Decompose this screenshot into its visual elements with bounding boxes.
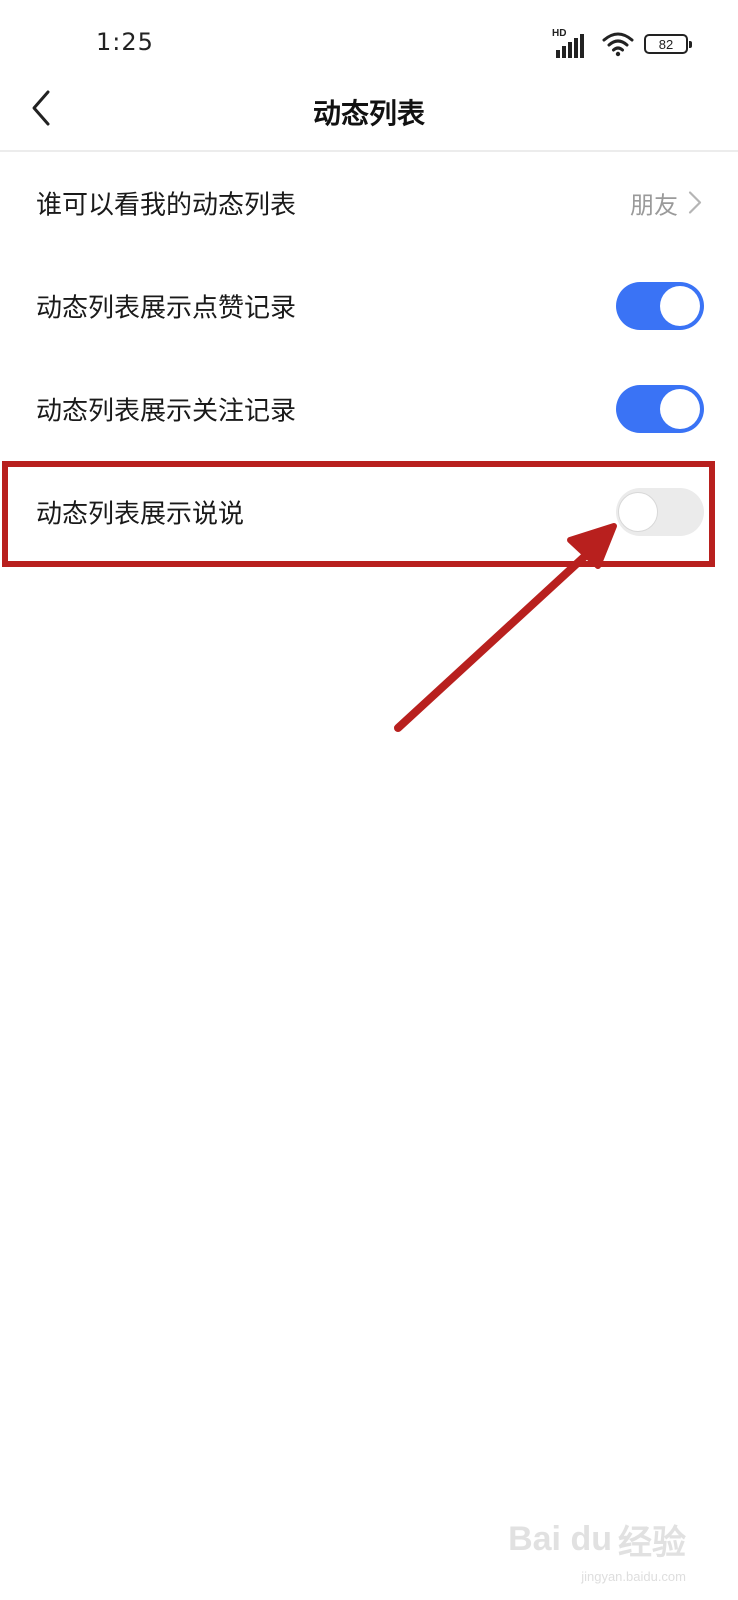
page-title: 动态列表 (312, 97, 425, 130)
nav-bar: 动态列表 (0, 88, 738, 152)
setting-value: 朋友 (630, 185, 702, 220)
posts-toggle[interactable] (616, 487, 704, 536)
signal-bars-icon: HD (552, 28, 592, 58)
setting-label: 动态列表展示说说 (36, 499, 245, 529)
chevron-right-icon (688, 191, 702, 214)
settings-list: 谁可以看我的动态列表 朋友 动态列表展示点赞记录 动态列表展示关注记录 动态列表… (0, 151, 738, 563)
watermark-url: jingyan.baidu.com (581, 1569, 686, 1584)
battery-icon: 82 (644, 34, 692, 54)
watermark-text: 经验 (618, 1523, 686, 1563)
status-icons: HD 82 (552, 28, 692, 60)
status-bar: 1:25 HD 82 (0, 0, 738, 88)
visibility-value: 朋友 (630, 191, 678, 219)
toggle-knob (660, 285, 700, 326)
setting-label: 动态列表展示关注记录 (36, 396, 297, 426)
watermark-logo: Bai du (508, 1520, 612, 1558)
setting-row-follows: 动态列表展示关注记录 (0, 357, 738, 460)
wifi-icon (602, 32, 634, 57)
setting-label: 谁可以看我的动态列表 (36, 190, 297, 220)
toggle-knob (618, 491, 658, 532)
status-time: 1:25 (96, 28, 154, 56)
setting-row-likes: 动态列表展示点赞记录 (0, 254, 738, 357)
watermark: Bai du 经验 jingyan.baidu.com (508, 1515, 686, 1584)
setting-row-posts: 动态列表展示说说 (0, 460, 738, 563)
setting-row-visibility[interactable]: 谁可以看我的动态列表 朋友 (0, 151, 738, 254)
likes-toggle[interactable] (616, 281, 704, 330)
setting-label: 动态列表展示点赞记录 (36, 293, 297, 323)
toggle-knob (660, 388, 700, 429)
battery-level: 82 (658, 36, 674, 52)
follows-toggle[interactable] (616, 384, 704, 433)
